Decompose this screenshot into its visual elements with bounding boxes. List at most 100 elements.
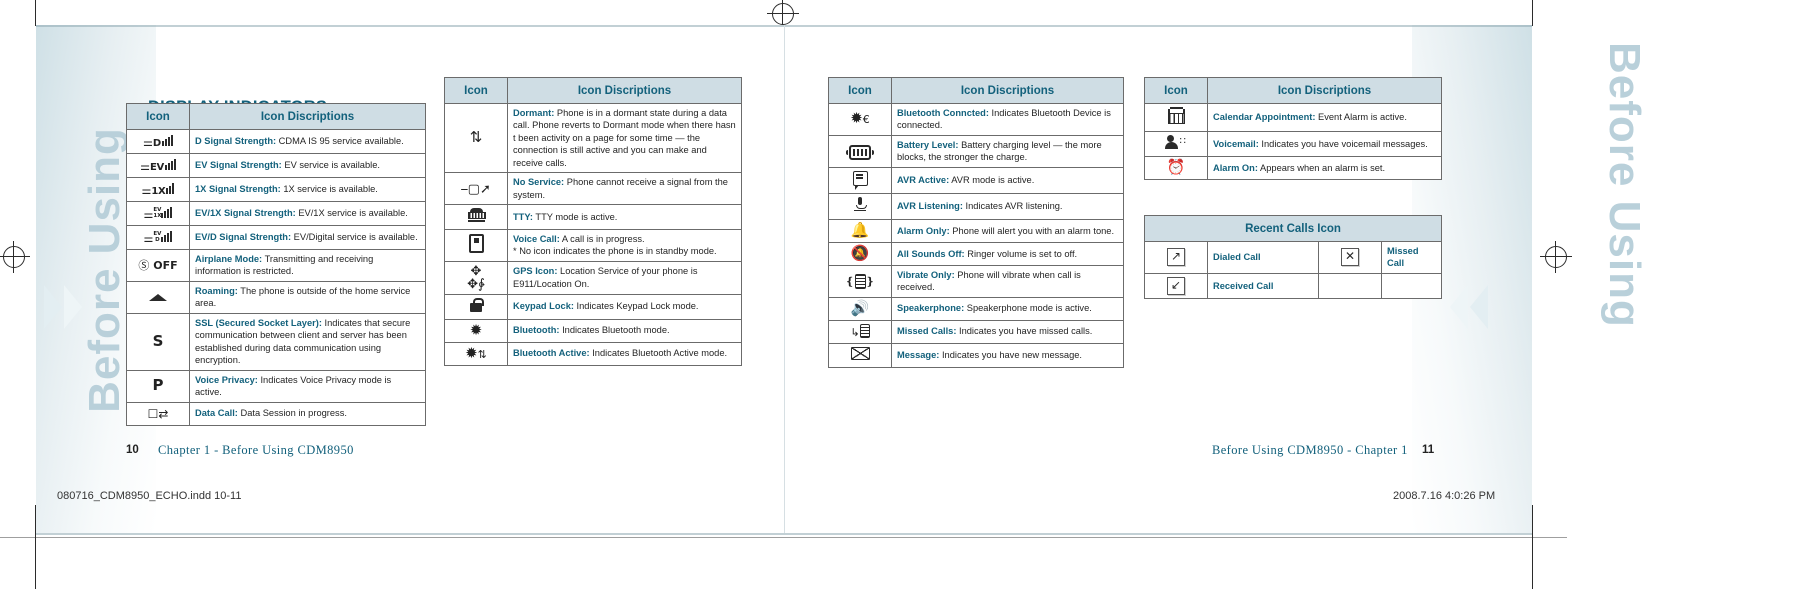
- ssl-icon: S: [126, 312, 190, 371]
- row-text: EV/1X service is available.: [295, 208, 408, 219]
- recent-call-label: Dialed Call: [1213, 252, 1261, 263]
- manual-page-spread: Before Using Before Using DISPLAY INDICA…: [0, 0, 1800, 589]
- column-header-description: Icon Discriptions: [189, 103, 426, 130]
- table-row: Voice Call: A call is in progress. * No …: [444, 228, 742, 262]
- row-text: CDMA IS 95 service available.: [276, 136, 404, 147]
- column-header-recent-calls: Recent Calls Icon: [1144, 215, 1442, 242]
- missed-calls-icon: ↳: [828, 319, 892, 344]
- row-label: Battery Level:: [897, 139, 959, 150]
- table-cell-description: Alarm Only: Phone will alert you with an…: [891, 218, 1124, 243]
- bluetooth-icon: ✹: [444, 318, 508, 343]
- all-sounds-off-icon: 🔕: [828, 241, 892, 266]
- table-cell-label-empty: [1381, 272, 1442, 299]
- row-label: Vibrate Only:: [897, 269, 955, 280]
- row-text: Event Alarm is active.: [1315, 112, 1407, 123]
- table-row: TTY: TTY mode is active.: [444, 204, 742, 230]
- table-display-indicators-4: Icon Icon Discriptions Calendar Appointm…: [1144, 77, 1442, 180]
- table-cell-description: Data Call: Data Session in progress.: [189, 401, 426, 426]
- no-service-icon: ⎯▢➚: [444, 172, 508, 206]
- dialed-call-glyph: ↗: [1167, 248, 1185, 267]
- table-cell-label: Received Call: [1207, 272, 1319, 299]
- voice-privacy-icon: P: [126, 369, 190, 403]
- column-header-description: Icon Discriptions: [507, 77, 742, 104]
- row-label: Bluetooth Conncted:: [897, 108, 989, 118]
- row-label: AVR Active:: [897, 175, 950, 186]
- received-call-icon: ↙: [1144, 272, 1208, 299]
- calendar-appointment-icon: [1144, 103, 1208, 132]
- row-text: Indicates you have missed calls.: [956, 326, 1093, 337]
- voice-call-icon: [444, 228, 508, 262]
- registration-mark-top: [767, 0, 799, 30]
- signal-strength-d-icon: ⚌D: [126, 129, 190, 154]
- table-cell-description: Roaming: The phone is outside of the hom…: [189, 280, 426, 314]
- crop-line-left-top: [35, 0, 36, 26]
- table-row: ∷ Voicemail: Indicates you have voicemai…: [1144, 131, 1442, 157]
- crop-line-right-top: [1532, 0, 1533, 26]
- dormant-icon: ⇅: [444, 102, 508, 174]
- table-cell-description: Alarm On: Appears when an alarm is set.: [1207, 156, 1442, 180]
- right-page-number: 11: [1422, 444, 1435, 456]
- table-row: S SSL (Secured Socket Layer): Indicates …: [126, 312, 426, 371]
- signal-strength-evd-icon: ⚌EV D: [126, 225, 190, 250]
- row-label: Missed Calls:: [897, 326, 957, 337]
- row-label: Bluetooth:: [513, 325, 560, 336]
- table-cell-description: Bluetooth Conncted: Indicates Bluetooth …: [891, 103, 1124, 136]
- missed-call-glyph: ✕: [1341, 248, 1359, 267]
- table-display-indicators-1: Icon Icon Discriptions ⚌D D Signal Stren…: [126, 103, 426, 426]
- table-cell-description: Voice Privacy: Indicates Voice Privacy m…: [189, 369, 426, 403]
- row-text-secondary: * No icon indicates the phone is in stan…: [513, 246, 717, 257]
- row-label: TTY:: [513, 211, 533, 222]
- table-row: AVR Listening: Indicates AVR listening.: [828, 192, 1124, 220]
- table-row: ⎯▢➚ No Service: Phone cannot receive a s…: [444, 172, 742, 206]
- tty-icon: [444, 204, 508, 230]
- roaming-icon: [126, 280, 190, 314]
- table-cell-description: Airplane Mode: Transmitting and receivin…: [189, 249, 426, 282]
- row-label: Calendar Appointment:: [1213, 112, 1316, 123]
- row-text: TTY mode is active.: [532, 211, 618, 222]
- table-row: 🔔 Alarm Only: Phone will alert you with …: [828, 218, 1124, 243]
- table-header-row: Icon Icon Discriptions: [1144, 77, 1442, 104]
- table-cell-description: All Sounds Off: Ringer volume is set to …: [891, 241, 1124, 266]
- row-label: All Sounds Off:: [897, 248, 965, 259]
- alarm-on-icon: ⏰: [1144, 156, 1208, 180]
- column-header-icon: Icon: [828, 77, 892, 104]
- received-call-glyph: ↙: [1167, 276, 1185, 295]
- table-row: AVR Active: AVR mode is active.: [828, 166, 1124, 194]
- bottom-rule: [36, 533, 1532, 535]
- table-row: ⚌EV 1X EV/1X Signal Strength: EV/1X servi…: [126, 201, 426, 226]
- table-header-row: Icon Icon Discriptions: [444, 77, 742, 104]
- speakerphone-icon: 🔊: [828, 296, 892, 321]
- recent-call-label: Missed Call: [1387, 246, 1419, 269]
- table-cell-description: Bluetooth: Indicates Bluetooth mode.: [507, 318, 742, 343]
- table-row: ↳ Missed Calls: Indicates you have misse…: [828, 319, 1124, 344]
- row-text: Speakerphone mode is active.: [964, 303, 1092, 314]
- empty-cell-icon: [1318, 272, 1382, 299]
- row-label: EV Signal Strength:: [195, 160, 282, 171]
- table-cell-description: AVR Listening: Indicates AVR listening.: [891, 192, 1124, 220]
- table-row: ⚌D D Signal Strength: CDMA IS 95 service…: [126, 129, 426, 154]
- row-label: Data Call:: [195, 408, 238, 419]
- table-cell-description: Missed Calls: Indicates you have missed …: [891, 319, 1124, 344]
- table-row: ✹ Bluetooth: Indicates Bluetooth mode.: [444, 318, 742, 343]
- column-header-description: Icon Discriptions: [1207, 77, 1442, 104]
- row-label: EV/D Signal Strength:: [195, 232, 292, 243]
- row-label: Roaming:: [195, 285, 238, 296]
- table-cell-description: Calendar Appointment: Event Alarm is act…: [1207, 103, 1442, 132]
- table-row: ⚌1X 1X Signal Strength: 1X service is av…: [126, 177, 426, 202]
- print-filename: 080716_CDM8950_ECHO.indd 10-11: [57, 490, 242, 502]
- crop-line-bottom-rule: [0, 537, 1567, 538]
- row-label: Bluetooth Active:: [513, 348, 590, 359]
- table-row: Keypad Lock: Indicates Keypad Lock mode.: [444, 293, 742, 320]
- gps-icon: ✥ ✥∳: [444, 260, 508, 295]
- table-display-indicators-3: Icon Icon Discriptions ✹€ Bluetooth Conn…: [828, 77, 1124, 368]
- avr-listening-icon: [828, 192, 892, 220]
- table-row: ⚌EV D EV/D Signal Strength: EV/Digital se…: [126, 225, 426, 250]
- spread-content: DISPLAY INDICATORS Icon Icon Discription…: [0, 25, 1800, 533]
- column-header-icon: Icon: [444, 77, 508, 104]
- table-cell-description: EV/D Signal Strength: EV/Digital service…: [189, 225, 426, 250]
- left-page-footer: Chapter 1 - Before Using CDM8950: [158, 443, 354, 457]
- row-text: AVR mode is active.: [949, 175, 1035, 186]
- table-row: ⏰ Alarm On: Appears when an alarm is set…: [1144, 156, 1442, 180]
- battery-level-icon: [828, 134, 892, 168]
- table-cell-description: Bluetooth Active: Indicates Bluetooth Ac…: [507, 341, 742, 366]
